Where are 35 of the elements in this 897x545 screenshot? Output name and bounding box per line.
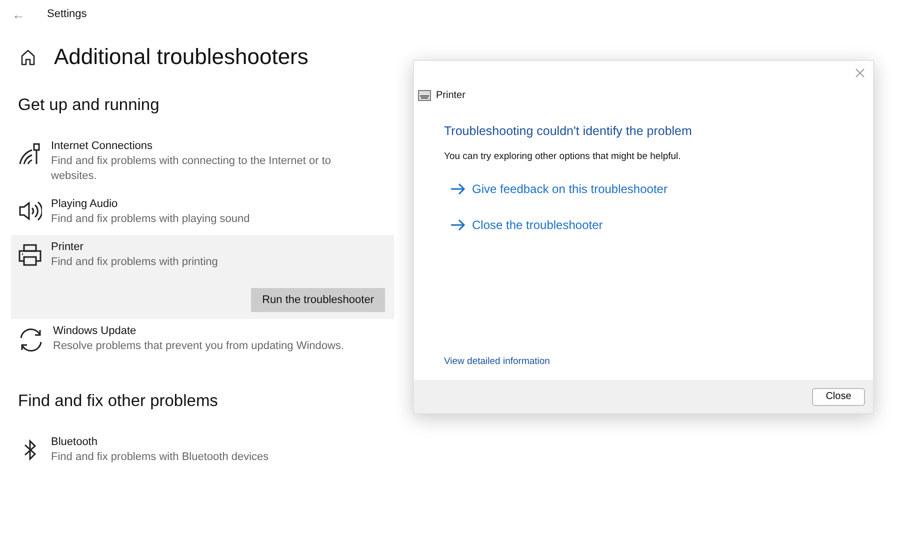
- item-title: Internet Connections: [51, 139, 154, 154]
- item-description: Resolve problems that prevent you from updating Windows.: [53, 339, 346, 354]
- arrow-icon: [450, 183, 466, 195]
- back-button[interactable]: ←: [12, 6, 25, 22]
- item-title: Printer: [51, 240, 84, 255]
- details-link[interactable]: View detailed information: [444, 356, 550, 367]
- troubleshooter-item[interactable]: Internet Connections Find and fix problems with connecting to the Internet or to websites.: [11, 134, 394, 192]
- window-title: Settings: [47, 8, 87, 20]
- item-description: Find and fix problems with playing sound: [51, 212, 251, 227]
- item-title: Playing Audio: [51, 197, 119, 212]
- section-heading: Find and fix other problems: [18, 392, 219, 411]
- arrow-icon: [450, 219, 466, 231]
- troubleshooter-item[interactable]: Playing Audio Find and fix problems with playing sound: [11, 192, 394, 235]
- item-title: Bluetooth: [51, 435, 98, 450]
- item-description: Find and fix problems with Bluetooth devices: [51, 450, 270, 465]
- option-link[interactable]: Give feedback on this troubleshooter: [450, 182, 668, 196]
- item-description: Find and fix problems with connecting to the Internet or to websites.: [51, 154, 332, 184]
- troubleshooter-item[interactable]: Printer Find and fix problems with printing Run the troubleshooter: [11, 235, 394, 319]
- page-title: Additional troubleshooters: [54, 44, 308, 70]
- section-heading: Get up and running: [18, 96, 160, 115]
- run-button[interactable]: Run the troubleshooter: [251, 288, 385, 312]
- troubleshooter-item[interactable]: Windows Update Resolve problems that prevent you from updating Windows.: [11, 319, 394, 362]
- wifi-icon: [18, 142, 42, 166]
- dialog-message: You can try exploring other options that might be helpful.: [444, 151, 681, 162]
- troubleshooter-item[interactable]: Bluetooth Find and fix problems with Bluetooth devices: [11, 430, 394, 473]
- speaker-icon: [18, 200, 42, 222]
- close-icon[interactable]: [855, 68, 865, 78]
- item-description: Find and fix problems with printing: [51, 255, 219, 270]
- sync-icon: [18, 327, 44, 353]
- item-title: Windows Update: [53, 324, 138, 339]
- home-icon[interactable]: [20, 48, 36, 66]
- option-link[interactable]: Close the troubleshooter: [450, 218, 603, 232]
- close-button[interactable]: Close: [812, 388, 865, 406]
- dialog-heading: Troubleshooting couldn't identify the problem: [444, 124, 692, 138]
- dialog-title: Printer: [436, 90, 466, 101]
